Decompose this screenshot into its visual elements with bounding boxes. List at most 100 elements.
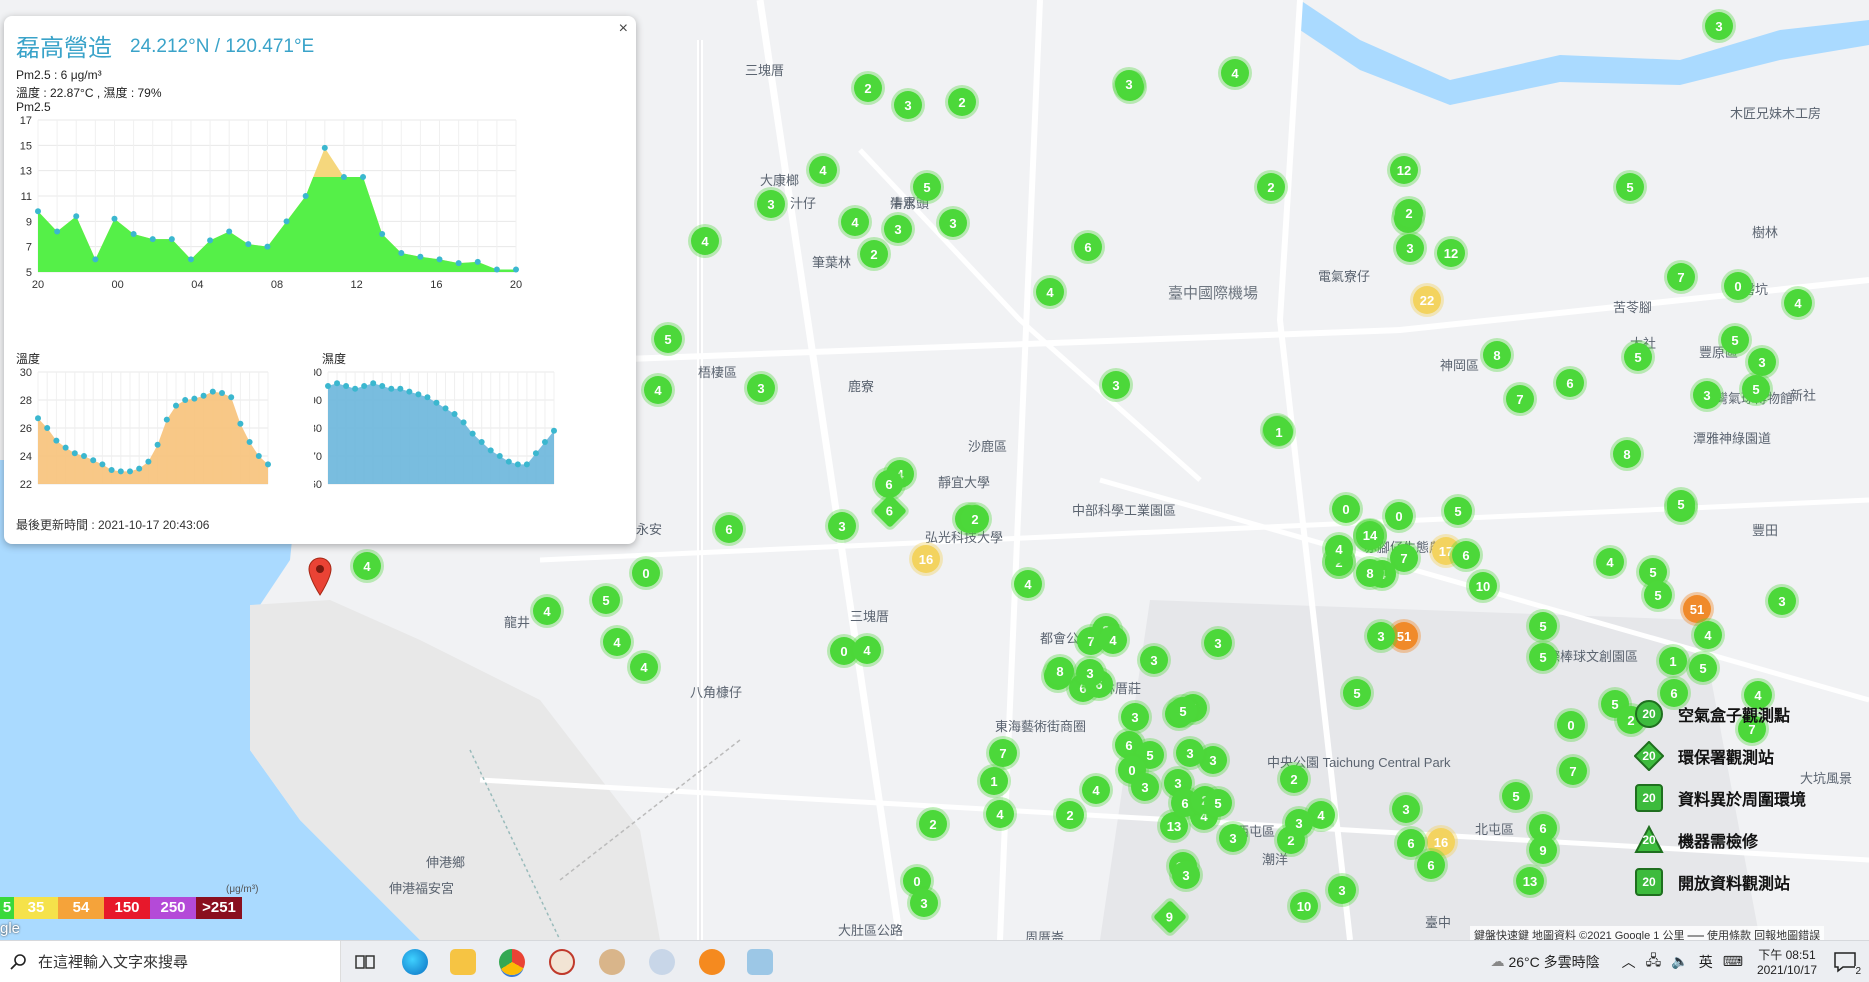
station-marker[interactable]: 5 bbox=[592, 586, 620, 614]
station-marker[interactable]: 1 bbox=[1265, 418, 1293, 446]
station-marker[interactable]: 6 bbox=[1397, 829, 1425, 857]
chevron-up-icon[interactable]: ︿ bbox=[1622, 952, 1636, 972]
app-icon-tool[interactable] bbox=[649, 949, 675, 975]
station-marker[interactable]: 16 bbox=[912, 545, 940, 573]
station-marker[interactable]: 2 bbox=[854, 74, 882, 102]
file-explorer-icon[interactable] bbox=[450, 949, 476, 975]
edge-browser-icon[interactable] bbox=[402, 949, 428, 975]
station-marker[interactable]: 2 bbox=[948, 88, 976, 116]
station-marker[interactable]: 5 bbox=[1529, 612, 1557, 640]
station-marker[interactable]: 2 bbox=[919, 810, 947, 838]
station-marker[interactable]: 3 bbox=[1748, 348, 1776, 376]
station-marker[interactable]: 2 bbox=[1280, 765, 1308, 793]
station-marker[interactable]: 0 bbox=[1385, 502, 1413, 530]
app-icon-compass[interactable] bbox=[549, 949, 575, 975]
station-marker[interactable]: 8 bbox=[1046, 657, 1074, 685]
station-marker[interactable]: 5 bbox=[1644, 581, 1672, 609]
station-marker[interactable]: 5 bbox=[1667, 490, 1695, 518]
station-marker[interactable]: 3 bbox=[1219, 824, 1247, 852]
app-icon-animal[interactable] bbox=[599, 949, 625, 975]
station-marker[interactable]: 7 bbox=[1506, 385, 1534, 413]
station-marker[interactable]: 3 bbox=[894, 91, 922, 119]
station-marker[interactable]: 5 bbox=[1204, 789, 1232, 817]
station-marker[interactable]: 4 bbox=[1784, 289, 1812, 317]
volume-icon[interactable]: 🔈 bbox=[1671, 953, 1688, 970]
station-marker[interactable]: 4 bbox=[841, 208, 869, 236]
input-language[interactable]: 英 bbox=[1699, 952, 1713, 972]
station-marker[interactable]: 0 bbox=[1724, 272, 1752, 300]
station-marker[interactable]: 3 bbox=[1076, 659, 1104, 687]
station-marker[interactable]: 6 bbox=[875, 470, 903, 498]
blender-icon[interactable] bbox=[699, 949, 725, 975]
station-marker[interactable]: 4 bbox=[809, 156, 837, 184]
station-marker[interactable]: 14 bbox=[1356, 521, 1384, 549]
station-marker[interactable]: 2 bbox=[1395, 199, 1423, 227]
station-marker[interactable]: 5 bbox=[1742, 375, 1770, 403]
station-marker[interactable]: 5 bbox=[1624, 343, 1652, 371]
network-icon[interactable]: 🖧 bbox=[1646, 950, 1662, 974]
station-marker[interactable]: 6 bbox=[1074, 233, 1102, 261]
taskbar-search-box[interactable]: 在這裡輸入文字來搜尋 bbox=[0, 941, 341, 982]
station-marker[interactable]: 4 bbox=[691, 227, 719, 255]
station-marker[interactable]: 3 bbox=[1705, 12, 1733, 40]
station-marker[interactable]: 10 bbox=[1290, 892, 1318, 920]
station-marker[interactable]: 5 bbox=[654, 325, 682, 353]
station-marker[interactable]: 3 bbox=[828, 512, 856, 540]
station-marker[interactable]: 3 bbox=[884, 215, 912, 243]
station-marker[interactable]: 4 bbox=[630, 653, 658, 681]
station-marker[interactable]: 5 bbox=[1616, 173, 1644, 201]
station-marker[interactable]: 9 bbox=[1529, 836, 1557, 864]
station-marker[interactable]: 4 bbox=[1082, 776, 1110, 804]
station-marker[interactable]: 3 bbox=[1172, 861, 1200, 889]
station-marker[interactable]: 7 bbox=[989, 739, 1017, 767]
station-marker[interactable]: 3 bbox=[910, 889, 938, 917]
station-marker[interactable]: 4 bbox=[986, 800, 1014, 828]
station-marker[interactable]: 5 bbox=[1444, 497, 1472, 525]
station-marker[interactable]: 5 bbox=[913, 173, 941, 201]
station-marker[interactable]: 4 bbox=[1596, 548, 1624, 576]
station-marker[interactable]: 4 bbox=[1036, 278, 1064, 306]
station-marker[interactable]: 4 bbox=[853, 636, 881, 664]
station-marker[interactable]: 3 bbox=[1131, 773, 1159, 801]
station-marker[interactable]: 3 bbox=[1115, 70, 1143, 98]
station-marker[interactable]: 2 bbox=[1056, 801, 1084, 829]
chrome-icon[interactable] bbox=[499, 949, 525, 975]
station-marker[interactable]: 4 bbox=[644, 376, 672, 404]
station-marker[interactable]: 4 bbox=[533, 597, 561, 625]
station-marker[interactable]: 5 bbox=[1721, 326, 1749, 354]
popup-close-button[interactable]: × bbox=[619, 20, 628, 38]
station-marker[interactable]: 6 bbox=[1452, 541, 1480, 569]
station-marker[interactable]: 3 bbox=[1176, 739, 1204, 767]
station-marker[interactable]: 0 bbox=[632, 559, 660, 587]
station-marker[interactable]: 0 bbox=[1332, 495, 1360, 523]
station-marker[interactable]: 3 bbox=[1396, 234, 1424, 262]
station-marker[interactable]: 2 bbox=[1257, 173, 1285, 201]
ime-icon[interactable]: ⌨ bbox=[1723, 953, 1743, 970]
station-marker[interactable]: 3 bbox=[1140, 646, 1168, 674]
station-marker[interactable]: 8 bbox=[1356, 559, 1384, 587]
weather-text[interactable]: 26°C 多雲時陰 bbox=[1508, 952, 1599, 972]
station-marker[interactable]: 8 bbox=[1613, 440, 1641, 468]
station-marker[interactable]: 5 bbox=[1529, 643, 1557, 671]
station-marker[interactable]: 3 bbox=[1693, 381, 1721, 409]
station-marker[interactable]: 3 bbox=[1768, 587, 1796, 615]
station-marker[interactable]: 3 bbox=[1285, 809, 1313, 837]
station-marker[interactable]: 5 bbox=[1169, 697, 1197, 725]
station-marker[interactable]: 4 bbox=[1221, 59, 1249, 87]
task-view-icon[interactable] bbox=[352, 949, 378, 975]
station-marker[interactable]: 3 bbox=[1204, 629, 1232, 657]
station-marker[interactable]: 6 bbox=[1556, 369, 1584, 397]
station-marker[interactable]: 6 bbox=[1417, 851, 1445, 879]
station-marker[interactable]: 4 bbox=[353, 552, 381, 580]
station-marker[interactable]: 3 bbox=[939, 209, 967, 237]
station-marker[interactable]: 4 bbox=[1694, 621, 1722, 649]
station-marker[interactable]: 3 bbox=[747, 374, 775, 402]
station-marker[interactable]: 7 bbox=[1559, 757, 1587, 785]
station-marker[interactable]: 5 bbox=[1343, 679, 1371, 707]
app-icon-notes[interactable] bbox=[747, 949, 773, 975]
station-marker[interactable]: 2 bbox=[961, 505, 989, 533]
station-marker[interactable]: 12 bbox=[1437, 239, 1465, 267]
station-marker[interactable]: 3 bbox=[757, 190, 785, 218]
station-marker[interactable]: 5 bbox=[1502, 782, 1530, 810]
station-marker[interactable]: 13 bbox=[1516, 867, 1544, 895]
